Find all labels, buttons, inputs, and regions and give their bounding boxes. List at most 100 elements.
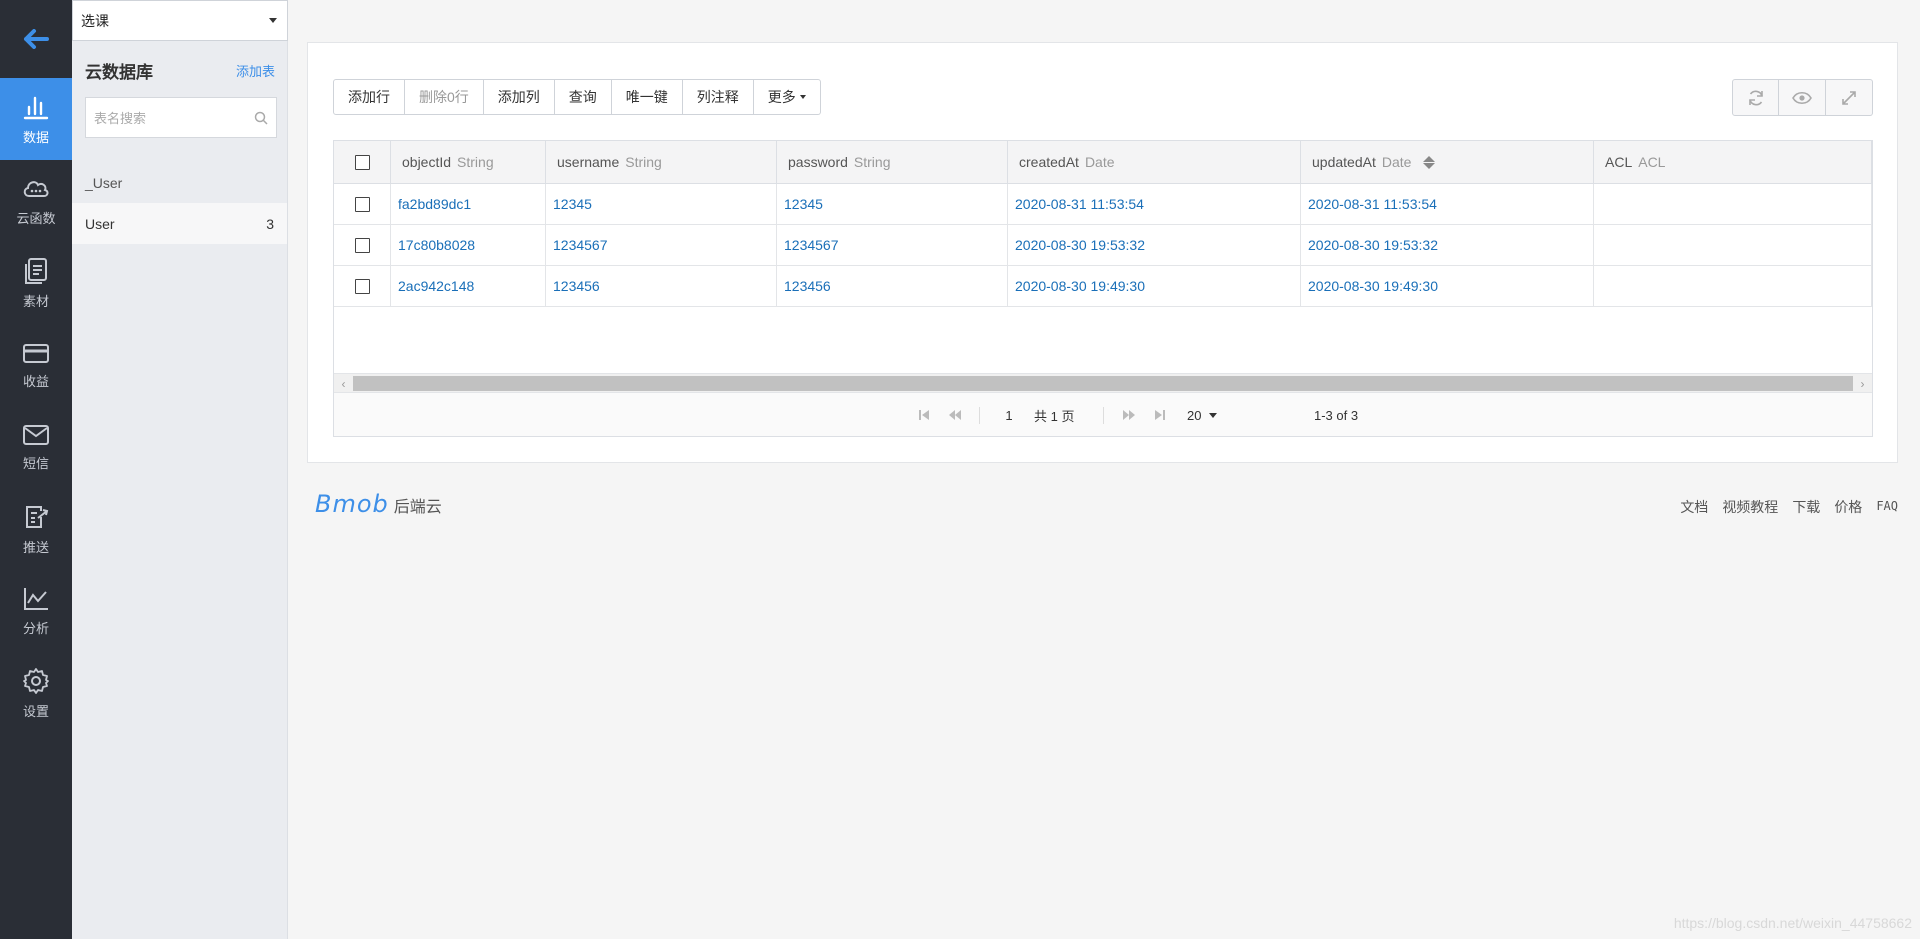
footer-link-faq[interactable]: FAQ <box>1876 497 1898 517</box>
sort-icon[interactable] <box>1423 155 1436 169</box>
add-column-button[interactable]: 添加列 <box>483 79 555 115</box>
table-row[interactable]: 17c80b8028 1234567 1234567 2020-08-30 19… <box>334 225 1872 266</box>
column-header-username[interactable]: username String <box>546 141 777 183</box>
app-select[interactable]: 选课 <box>72 0 288 41</box>
page-input[interactable]: 1 <box>994 393 1024 437</box>
last-page-button[interactable] <box>1154 393 1166 437</box>
add-row-button[interactable]: 添加行 <box>333 79 405 115</box>
rail-item-label: 收益 <box>22 373 49 389</box>
footer-link-docs[interactable]: 文档 <box>1680 497 1708 517</box>
cell-acl[interactable] <box>1594 266 1872 306</box>
delete-rows-button[interactable]: 删除0行 <box>405 79 484 115</box>
back-button[interactable] <box>0 0 72 78</box>
footer-logo[interactable]: Bmob 后端云 <box>315 490 442 518</box>
column-header-createdat[interactable]: createdAt Date <box>1008 141 1301 183</box>
cell-createdat[interactable]: 2020-08-30 19:49:30 <box>1008 266 1301 306</box>
caret-down-icon <box>1209 412 1218 418</box>
cell-createdat[interactable]: 2020-08-30 19:53:32 <box>1008 225 1301 265</box>
first-page-button[interactable] <box>918 393 930 437</box>
cell-updatedat[interactable]: 2020-08-30 19:49:30 <box>1301 266 1594 306</box>
column-type: Date <box>1084 154 1115 170</box>
scroll-right-icon[interactable]: › <box>1853 374 1872 393</box>
rail-item-push[interactable]: 推送 <box>0 488 72 570</box>
row-select-cell <box>334 225 391 265</box>
cell-objectid[interactable]: 2ac942c148 <box>391 266 546 306</box>
database-sidebar: 选课 云数据库 添加表 表名搜索 _User User 3 <box>72 0 288 939</box>
line-chart-icon <box>24 587 48 610</box>
pager-divider <box>1103 407 1104 424</box>
last-page-icon <box>1155 410 1165 420</box>
cell-password[interactable]: 12345 <box>777 184 1008 224</box>
row-checkbox[interactable] <box>354 196 370 212</box>
rail-item-analysis[interactable]: 分析 <box>0 570 72 652</box>
fullscreen-button[interactable] <box>1826 79 1873 116</box>
cell-acl[interactable] <box>1594 225 1872 265</box>
data-grid: objectId String username String password St… <box>333 140 1873 437</box>
row-select-cell <box>334 184 391 224</box>
eye-icon <box>1792 91 1812 104</box>
view-tools <box>1732 79 1873 116</box>
brand-name: Bmob <box>315 490 389 518</box>
table-search-input[interactable]: 表名搜索 <box>85 97 277 138</box>
rail-item-label: 设置 <box>22 703 49 719</box>
query-button[interactable]: 查询 <box>554 79 612 115</box>
footer-link-download[interactable]: 下载 <box>1792 497 1820 517</box>
cell-updatedat[interactable]: 2020-08-31 11:53:54 <box>1301 184 1594 224</box>
column-header-password[interactable]: password String <box>777 141 1008 183</box>
toggle-columns-button[interactable] <box>1779 79 1826 116</box>
column-header-acl[interactable]: ACL ACL <box>1594 141 1872 183</box>
cell-objectid[interactable]: 17c80b8028 <box>391 225 546 265</box>
table-row[interactable]: fa2bd89dc1 12345 12345 2020-08-31 11:53:… <box>334 184 1872 225</box>
data-panel: 添加行 删除0行 添加列 查询 唯一键 列注释 更多 objectId Strin… <box>307 42 1898 463</box>
column-header-updatedat[interactable]: updatedAt Date <box>1301 141 1594 183</box>
unique-key-button[interactable]: 唯一键 <box>611 79 683 115</box>
cell-acl[interactable] <box>1594 184 1872 224</box>
table-name: _User <box>85 174 123 191</box>
refresh-button[interactable] <box>1732 79 1779 116</box>
row-checkbox[interactable] <box>354 237 370 253</box>
add-table-link[interactable]: 添加表 <box>236 61 275 80</box>
rail-item-cloud-function[interactable]: 云函数 <box>0 160 72 242</box>
next-page-icon <box>1123 410 1135 420</box>
rail-item-revenue[interactable]: 收益 <box>0 324 72 406</box>
rail-item-label: 推送 <box>22 539 49 555</box>
grid-header: objectId String username String password St… <box>334 141 1872 184</box>
column-type: Date <box>1381 154 1412 170</box>
prev-page-button[interactable] <box>948 393 962 437</box>
cell-objectid[interactable]: fa2bd89dc1 <box>391 184 546 224</box>
watermark: https://blog.csdn.net/weixin_44758662 <box>1673 915 1912 931</box>
table-row[interactable]: 2ac942c148 123456 123456 2020-08-30 19:4… <box>334 266 1872 307</box>
table-item-_user[interactable]: _User <box>72 162 287 203</box>
horizontal-scrollbar[interactable]: ‹ › <box>334 373 1872 392</box>
table-item-user[interactable]: User 3 <box>72 203 287 244</box>
select-all-checkbox[interactable] <box>354 154 370 170</box>
column-comment-button[interactable]: 列注释 <box>682 79 754 115</box>
cell-updatedat[interactable]: 2020-08-30 19:53:32 <box>1301 225 1594 265</box>
push-icon <box>26 505 49 528</box>
scroll-left-icon[interactable]: ‹ <box>334 374 353 393</box>
cell-password[interactable]: 1234567 <box>777 225 1008 265</box>
rail-item-label: 云函数 <box>16 210 56 226</box>
footer-link-video-tutorials[interactable]: 视频教程 <box>1722 497 1778 517</box>
column-header-objectid[interactable]: objectId String <box>391 141 546 183</box>
cell-username[interactable]: 123456 <box>546 266 777 306</box>
rail-item-label: 分析 <box>22 620 49 636</box>
scrollbar-thumb[interactable] <box>353 376 1853 391</box>
column-type: String <box>457 154 494 170</box>
rail-item-material[interactable]: 素材 <box>0 242 72 324</box>
next-page-button[interactable] <box>1122 393 1136 437</box>
gear-icon <box>23 667 49 694</box>
cell-createdat[interactable]: 2020-08-31 11:53:54 <box>1008 184 1301 224</box>
cell-username[interactable]: 1234567 <box>546 225 777 265</box>
cell-password[interactable]: 123456 <box>777 266 1008 306</box>
row-checkbox[interactable] <box>354 278 370 294</box>
rail-item-sms[interactable]: 短信 <box>0 406 72 488</box>
more-dropdown-button[interactable]: 更多 <box>753 79 821 115</box>
rail-item-data[interactable]: 数据 <box>0 78 72 160</box>
footer-link-pricing[interactable]: 价格 <box>1834 497 1862 517</box>
page-size-select[interactable]: 20 <box>1187 393 1218 437</box>
rail-item-settings[interactable]: 设置 <box>0 652 72 734</box>
table-count: 3 <box>266 215 274 232</box>
row-select-cell <box>334 266 391 306</box>
cell-username[interactable]: 12345 <box>546 184 777 224</box>
